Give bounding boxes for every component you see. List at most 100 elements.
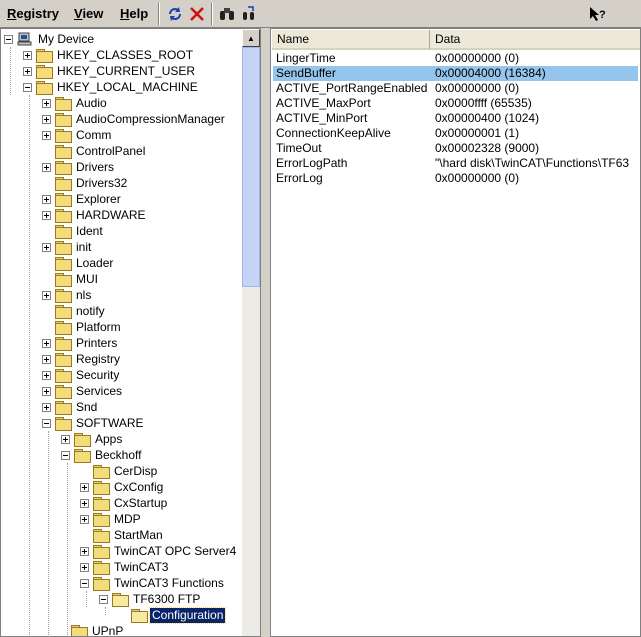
collapse-icon[interactable] bbox=[42, 418, 51, 428]
collapse-icon[interactable] bbox=[80, 578, 89, 588]
tree-item-hkey-classes-root[interactable]: HKEY_CLASSES_ROOT bbox=[23, 47, 195, 63]
list-item[interactable]: ACTIVE_MaxPort 0x0000ffff (65535) bbox=[273, 96, 638, 111]
delete-button[interactable] bbox=[186, 3, 208, 25]
tree-item-tf6300-ftp[interactable]: TF6300 FTP bbox=[99, 591, 202, 607]
expand-icon[interactable] bbox=[42, 130, 51, 140]
collapse-icon[interactable] bbox=[61, 450, 70, 460]
list-item[interactable]: ConnectionKeepAlive 0x00000001 (1) bbox=[273, 126, 638, 141]
list-item[interactable]: SendBuffer 0x00004000 (16384) bbox=[273, 66, 638, 81]
expand-icon[interactable] bbox=[80, 562, 89, 572]
tree-item-my-device[interactable]: My Device bbox=[4, 31, 96, 47]
expand-icon[interactable] bbox=[42, 290, 51, 300]
folder-open-icon bbox=[112, 592, 129, 607]
expand-icon[interactable] bbox=[42, 354, 51, 364]
expand-icon[interactable] bbox=[42, 242, 51, 252]
tree-item-security[interactable]: Security bbox=[42, 367, 121, 383]
menu-view[interactable]: View bbox=[74, 6, 103, 21]
tree-item-loader[interactable]: Loader bbox=[42, 255, 115, 271]
collapse-icon[interactable] bbox=[99, 594, 108, 604]
tree-label: TF6300 FTP bbox=[133, 591, 201, 606]
tree-item-cerdisp[interactable]: CerDisp bbox=[80, 463, 159, 479]
tree-item-apps[interactable]: Apps bbox=[61, 431, 124, 447]
tree-item-printers[interactable]: Printers bbox=[42, 335, 119, 351]
expand-icon[interactable] bbox=[80, 482, 89, 492]
expand-icon[interactable] bbox=[80, 546, 89, 556]
tree-item-services[interactable]: Services bbox=[42, 383, 124, 399]
tree-label: Comm bbox=[76, 127, 112, 142]
tree-label: CxStartup bbox=[114, 495, 168, 510]
tree-item-explorer[interactable]: Explorer bbox=[42, 191, 123, 207]
menu-registry[interactable]: Registry bbox=[7, 6, 59, 21]
tree-label: Snd bbox=[76, 399, 98, 414]
tree-item-init[interactable]: init bbox=[42, 239, 93, 255]
expand-icon[interactable] bbox=[42, 162, 51, 172]
tree-item-cxstartup[interactable]: CxStartup bbox=[80, 495, 169, 511]
tree-item-controlpanel[interactable]: ControlPanel bbox=[42, 143, 147, 159]
expand-icon[interactable] bbox=[80, 498, 89, 508]
expand-icon[interactable] bbox=[42, 402, 51, 412]
column-header-name[interactable]: Name bbox=[272, 30, 430, 50]
tree-item-software[interactable]: SOFTWARE bbox=[42, 415, 146, 431]
menu-help[interactable]: Help bbox=[120, 6, 148, 21]
list-item[interactable]: ErrorLog 0x00000000 (0) bbox=[273, 171, 638, 186]
tree-item-comm[interactable]: Comm bbox=[42, 127, 113, 143]
tree-item-startman[interactable]: StartMan bbox=[80, 527, 165, 543]
values-list[interactable]: Name Data LingerTime 0x00000000 (0) SendBu… bbox=[270, 28, 641, 637]
tree-item-hardware[interactable]: HARDWARE bbox=[42, 207, 148, 223]
tree-item-mui[interactable]: MUI bbox=[42, 271, 100, 287]
expand-icon[interactable] bbox=[42, 210, 51, 220]
tree-item-drivers32[interactable]: Drivers32 bbox=[42, 175, 129, 191]
list-item[interactable]: ACTIVE_PortRangeEnabled 0x00000000 (0) bbox=[273, 81, 638, 96]
list-item[interactable]: ACTIVE_MinPort 0x00000400 (1024) bbox=[273, 111, 638, 126]
tree-item-drivers[interactable]: Drivers bbox=[42, 159, 116, 175]
tree-item-registry[interactable]: Registry bbox=[42, 351, 122, 367]
expand-icon[interactable] bbox=[61, 434, 70, 444]
context-help-button[interactable]: ? bbox=[586, 3, 608, 25]
tree-item-ident[interactable]: Ident bbox=[42, 223, 105, 239]
tree-item-twincat3[interactable]: TwinCAT3 bbox=[80, 559, 170, 575]
find-icon bbox=[220, 8, 234, 20]
expand-icon[interactable] bbox=[42, 194, 51, 204]
list-item[interactable]: LingerTime 0x00000000 (0) bbox=[273, 51, 638, 66]
find-button[interactable] bbox=[216, 3, 238, 25]
expand-icon[interactable] bbox=[42, 338, 51, 348]
delete-icon bbox=[190, 7, 204, 21]
tree-scrollbar[interactable]: ▲ bbox=[242, 29, 260, 636]
tree-item-configuration[interactable]: Configuration bbox=[118, 606, 227, 624]
tree-item-snd[interactable]: Snd bbox=[42, 399, 99, 415]
expand-icon[interactable] bbox=[80, 514, 89, 524]
registry-tree[interactable]: My Device HKEY_CLASSES_ROOT HKEY_CURRENT_… bbox=[0, 28, 261, 637]
list-item[interactable]: TimeOut 0x00002328 (9000) bbox=[273, 141, 638, 156]
tree-item-platform[interactable]: Platform bbox=[42, 319, 123, 335]
tree-item-hkey-current-user[interactable]: HKEY_CURRENT_USER bbox=[23, 63, 197, 79]
collapse-icon[interactable] bbox=[4, 34, 13, 44]
expand-icon[interactable] bbox=[23, 50, 32, 60]
value-name: ACTIVE_PortRangeEnabled bbox=[276, 81, 428, 95]
column-header-data[interactable]: Data bbox=[430, 30, 640, 50]
tree-label: TwinCAT OPC Server4 bbox=[114, 543, 237, 558]
expand-icon[interactable] bbox=[42, 386, 51, 396]
scroll-up-icon[interactable]: ▲ bbox=[242, 29, 260, 47]
list-item[interactable]: ErrorLogPath "\hard disk\TwinCAT\Function… bbox=[273, 156, 638, 171]
tree-item-audio[interactable]: Audio bbox=[42, 95, 109, 111]
expand-icon[interactable] bbox=[42, 114, 51, 124]
tree-item-upnp[interactable]: UPnP bbox=[58, 623, 125, 636]
tree-label: My Device bbox=[38, 31, 95, 46]
expand-icon[interactable] bbox=[42, 98, 51, 108]
refresh-button[interactable] bbox=[164, 3, 186, 25]
tree-item-cxconfig[interactable]: CxConfig bbox=[80, 479, 165, 495]
scroll-thumb[interactable] bbox=[242, 47, 260, 287]
tree-item-nls[interactable]: nls bbox=[42, 287, 93, 303]
tree-item-beckhoff[interactable]: Beckhoff bbox=[61, 447, 143, 463]
tree-label: Platform bbox=[76, 319, 121, 334]
collapse-icon[interactable] bbox=[23, 82, 32, 92]
expand-icon[interactable] bbox=[23, 66, 32, 76]
tree-item-audiocompressionmanager[interactable]: AudioCompressionManager bbox=[42, 111, 227, 127]
expand-icon[interactable] bbox=[42, 370, 51, 380]
tree-item-hkey-local-machine[interactable]: HKEY_LOCAL_MACHINE bbox=[23, 79, 200, 95]
tree-item-notify[interactable]: notify bbox=[42, 303, 107, 319]
find-next-button[interactable] bbox=[238, 3, 260, 25]
tree-item-twincat-opc-server4[interactable]: TwinCAT OPC Server4 bbox=[80, 543, 238, 559]
tree-item-mdp[interactable]: MDP bbox=[80, 511, 143, 527]
tree-item-twincat3-functions[interactable]: TwinCAT3 Functions bbox=[80, 575, 226, 591]
